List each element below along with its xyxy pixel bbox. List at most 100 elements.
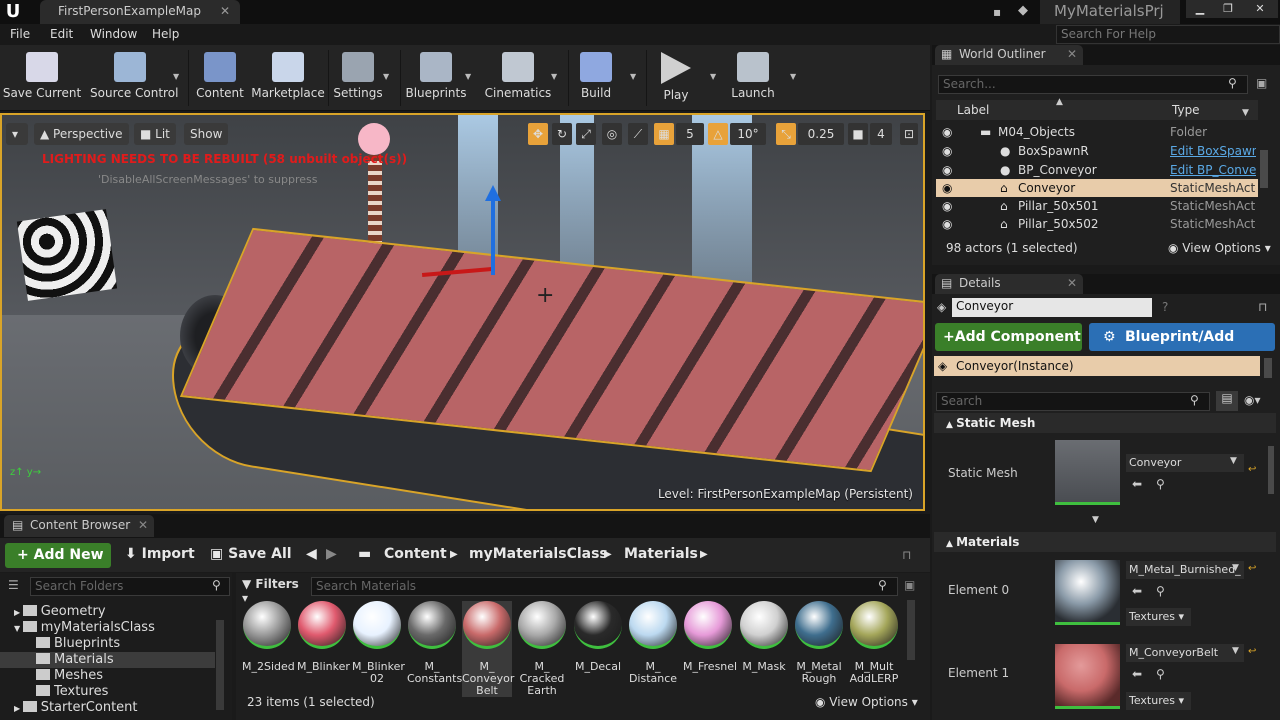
blueprints-button[interactable]: Blueprints	[396, 50, 476, 110]
visibility-eye-icon[interactable]: ◉	[942, 179, 952, 197]
element-1-combo[interactable]: M_ConveyorBelt	[1126, 644, 1244, 662]
outliner-row[interactable]: ◉ ▬ M04_Objects Folder	[936, 123, 1258, 141]
filters-button[interactable]: ▼ Filters ▾	[242, 577, 304, 605]
folder-blueprints[interactable]: Blueprints	[0, 636, 215, 652]
lock-icon[interactable]: ⊓	[902, 548, 911, 562]
column-label[interactable]: Label	[957, 103, 989, 117]
lock-icon[interactable]: ⊓	[1258, 300, 1267, 314]
visibility-eye-icon[interactable]: ◉	[942, 123, 952, 141]
chevron-down-icon[interactable]: ▼	[1242, 108, 1249, 118]
outliner-row-type[interactable]: Edit BP_Conve	[1170, 161, 1256, 179]
world-outliner-tab[interactable]: ▦ World Outliner ✕	[935, 45, 1083, 65]
asset-tile[interactable]: M_ Constants	[407, 601, 462, 685]
visibility-eye-icon[interactable]: ◉	[942, 142, 952, 160]
asset-tile[interactable]: M_Blinker	[297, 601, 350, 673]
use-selected-arrow-icon[interactable]: ⬅	[1132, 584, 1142, 598]
breadcrumb-content[interactable]: Content	[384, 546, 447, 562]
element-0-thumbnail[interactable]	[1055, 560, 1120, 625]
element-0-textures-button[interactable]: Textures ▾	[1126, 608, 1191, 626]
menu-help[interactable]: Help	[152, 27, 179, 41]
eye-icon[interactable]: ◉▾	[1244, 393, 1261, 407]
outliner-row-type[interactable]: Edit BoxSpawn	[1170, 142, 1256, 160]
outliner-search-input[interactable]: Search...	[938, 75, 1248, 94]
expand-chevron-icon[interactable]: ▼	[1092, 515, 1099, 525]
search-folders-input[interactable]: Search Folders	[30, 577, 230, 596]
asset-tile[interactable]: M_ Conveyor Belt	[462, 601, 514, 697]
view-options-button[interactable]: ◉ View Options ▾	[815, 695, 918, 709]
outliner-row[interactable]: ◉ ⌂ Conveyor StaticMeshActo	[936, 179, 1258, 197]
folder-geometry[interactable]: ▶ Geometry	[0, 604, 215, 620]
chat-icon[interactable]: ▪	[993, 5, 1001, 19]
browse-search-icon[interactable]: ⚲	[1156, 584, 1165, 598]
asset-tile[interactable]: M_ Distance	[628, 601, 678, 685]
use-selected-arrow-icon[interactable]: ⬅	[1132, 667, 1142, 681]
component-row-selected[interactable]: ◈ Conveyor(Instance)	[934, 356, 1260, 376]
cinematics-button[interactable]: Cinematics	[478, 50, 558, 110]
details-scrollbar[interactable]	[1268, 446, 1274, 494]
details-tab[interactable]: ▤ Details ✕	[935, 274, 1083, 294]
rotation-snap-icon[interactable]: △	[708, 123, 728, 145]
minimize-icon[interactable]: ▁	[1186, 0, 1214, 18]
folder-meshes[interactable]: Meshes	[0, 668, 215, 684]
outliner-view-options-button[interactable]: ◉ View Options ▾	[1168, 241, 1271, 255]
chevron-down-icon[interactable]: ▼	[173, 72, 179, 81]
build-button[interactable]: Build	[556, 50, 636, 110]
help-icon[interactable]: ?	[1162, 300, 1168, 314]
save-current-button[interactable]: Save Current	[2, 50, 82, 110]
sources-toggle-icon[interactable]: ☰	[8, 578, 19, 592]
close-window-icon[interactable]: ✕	[1242, 0, 1278, 18]
static-mesh-combo[interactable]: Conveyor	[1126, 454, 1244, 472]
level-viewport[interactable]: + z↑ y→ ▾ ▲ Perspective ■ Lit Show ✥ ↻ ⤢…	[0, 113, 925, 511]
visibility-eye-icon[interactable]: ◉	[942, 161, 952, 179]
viewport-options-button[interactable]: ▾	[6, 123, 28, 145]
outliner-settings-icon[interactable]: ▣	[1256, 76, 1267, 90]
component-scrollbar[interactable]	[1264, 358, 1272, 378]
camera-speed-value[interactable]: 4	[870, 123, 892, 145]
element-0-combo[interactable]: M_Metal_Burnished_	[1126, 561, 1244, 579]
actor-name-field[interactable]: Conveyor	[952, 298, 1152, 317]
reset-arrow-icon[interactable]: ↩	[1248, 646, 1256, 657]
breadcrumb-mymaterialsclass[interactable]: myMaterialsClass	[469, 546, 608, 562]
save-all-button[interactable]: ▣ Save All	[210, 546, 292, 562]
outliner-row[interactable]: ◉ ⌂ Pillar_50x502 StaticMeshActo	[936, 215, 1258, 233]
asset-tile[interactable]: M_Decal	[573, 601, 623, 673]
scale-snap-icon[interactable]: ⤡	[776, 123, 796, 145]
close-icon[interactable]: ✕	[1067, 47, 1077, 61]
search-help-input[interactable]: Search For Help	[1056, 25, 1280, 44]
menu-file[interactable]: File	[10, 27, 30, 41]
grid-snap-value[interactable]: 5	[676, 123, 704, 145]
asset-tile[interactable]: M_ Cracked Earth	[517, 601, 567, 697]
chevron-down-icon[interactable]: ▼	[1232, 646, 1239, 656]
reset-arrow-icon[interactable]: ↩	[1248, 563, 1256, 574]
asset-tile[interactable]: M_Mult AddLERP	[849, 601, 899, 685]
play-button[interactable]: Play	[636, 50, 716, 110]
add-new-button[interactable]: + Add New ▾	[5, 543, 111, 588]
property-matrix-icon[interactable]: ▤	[1216, 391, 1238, 411]
scale-snap-value[interactable]: 0.25	[798, 123, 844, 145]
launch-button[interactable]: Launch	[713, 50, 793, 110]
visibility-eye-icon[interactable]: ◉	[942, 197, 952, 215]
chevron-down-icon[interactable]: ▼	[790, 72, 796, 81]
scale-icon[interactable]: ⤢	[576, 123, 596, 145]
asset-scrollbar[interactable]	[907, 600, 915, 660]
outliner-row[interactable]: ◉ ● BoxSpawnR Edit BoxSpawn	[936, 142, 1258, 160]
folder-materials[interactable]: Materials	[0, 652, 215, 668]
grid-snap-icon[interactable]: ▦	[654, 123, 674, 145]
menu-edit[interactable]: Edit	[50, 27, 73, 41]
close-icon[interactable]: ✕	[138, 518, 148, 532]
forward-arrow-icon[interactable]: ▶	[326, 546, 337, 562]
search-materials-input[interactable]: Search Materials	[311, 577, 898, 596]
gizmo-z-arrow[interactable]	[485, 185, 501, 201]
chevron-down-icon[interactable]: ▼	[465, 72, 471, 81]
source-control-button[interactable]: Source Control	[90, 50, 178, 110]
browse-search-icon[interactable]: ⚲	[1156, 477, 1165, 491]
marketplace-button[interactable]: Marketplace	[248, 50, 328, 110]
add-component-button[interactable]: +Add Component ▾	[935, 323, 1082, 373]
visibility-eye-icon[interactable]: ◉	[942, 215, 952, 233]
lit-button[interactable]: ■ Lit	[134, 123, 176, 145]
world-local-icon[interactable]: ◎	[602, 123, 622, 145]
folder-startercontent[interactable]: ▶ StarterContent	[0, 700, 215, 716]
map-tab[interactable]: FirstPersonExampleMap ✕	[40, 0, 240, 24]
chevron-down-icon[interactable]: ▼	[1230, 456, 1237, 466]
perspective-button[interactable]: ▲ Perspective	[34, 123, 129, 145]
